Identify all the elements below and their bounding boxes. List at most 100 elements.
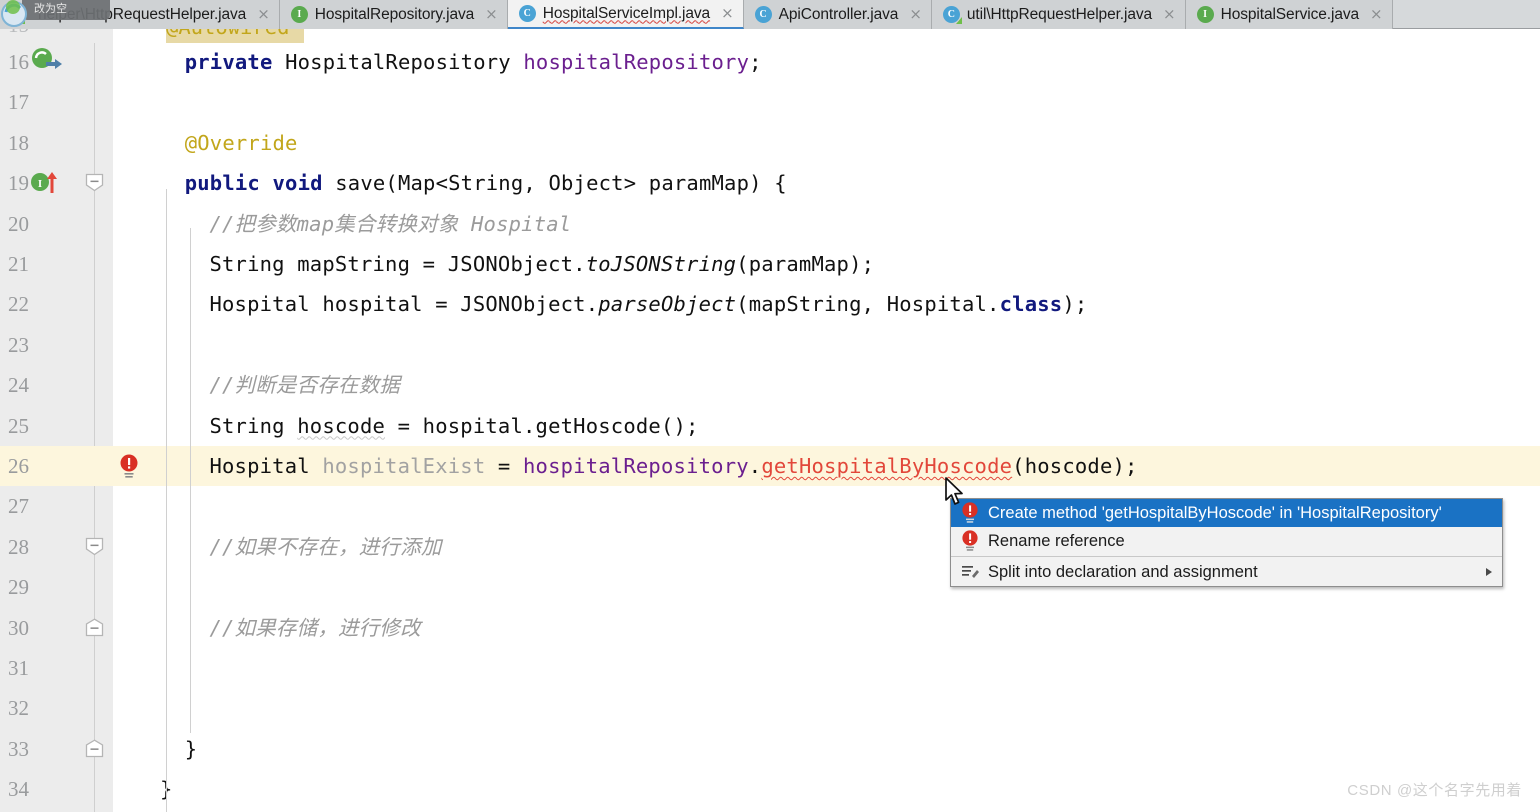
line-number: 28 — [8, 534, 29, 559]
code-fold-collapse-icon[interactable] — [85, 537, 104, 556]
code-line[interactable]: 17 — [0, 82, 1540, 122]
line-number: 30 — [8, 615, 29, 640]
menu-separator — [951, 556, 1502, 557]
code-line[interactable]: 32 — [0, 688, 1540, 728]
chevron-right-icon — [1486, 568, 1492, 576]
code-token: (paramMap); — [736, 252, 875, 276]
code-text[interactable]: private HospitalRepository hospitalRepos… — [185, 42, 762, 82]
code-token: class — [999, 292, 1063, 317]
line-number: 17 — [8, 90, 29, 115]
close-icon[interactable]: × — [1163, 7, 1176, 22]
code-text[interactable]: //判断是否存在数据 — [209, 365, 400, 405]
menu-item-label: Rename reference — [988, 531, 1125, 550]
menu-item-2[interactable]: Split into declaration and assignment — [951, 558, 1502, 586]
close-icon[interactable]: × — [1370, 7, 1383, 22]
code-token: //如果不存在，进行添加 — [209, 534, 442, 559]
code-text[interactable]: } — [185, 729, 198, 769]
line-number: 23 — [8, 332, 29, 357]
code-token: ; — [749, 50, 762, 74]
line-number: 31 — [8, 656, 29, 680]
error-bulb-icon — [962, 530, 978, 551]
code-text[interactable]: Hospital hospitalExist = hospitalReposit… — [209, 446, 1137, 486]
mouse-cursor — [945, 477, 963, 505]
close-icon[interactable]: × — [909, 7, 922, 22]
code-text[interactable]: String mapString = JSONObject.toJSONStri… — [209, 244, 874, 284]
menu-item-0[interactable]: Create method 'getHospitalByHoscode' in … — [951, 499, 1502, 527]
editor-tab-label: HospitalRepository.java — [314, 5, 475, 23]
java-interface-icon: I — [1196, 6, 1214, 23]
code-fold-collapse-icon[interactable] — [85, 739, 104, 758]
code-text[interactable]: public void save(Map<String, Object> par… — [185, 163, 787, 203]
code-line[interactable]: 30 //如果存储，进行修改 — [0, 608, 1540, 648]
code-line[interactable]: 20 //把参数map集合转换对象 Hospital — [0, 204, 1540, 244]
code-token: //如果存储，进行修改 — [209, 615, 421, 640]
menu-item-1[interactable]: Rename reference — [951, 527, 1502, 555]
line-number: 25 — [8, 413, 29, 438]
java-class-icon: C — [942, 6, 962, 24]
code-token: hoscode — [297, 413, 386, 438]
code-token: (mapString, Hospital. — [736, 292, 1000, 317]
error-bulb-icon[interactable] — [118, 454, 140, 480]
code-token: Hospital hospital = JSONObject. — [209, 292, 599, 317]
editor-tab-4[interactable]: Cutil\HttpRequestHelper.java × — [931, 0, 1186, 29]
code-token: Hospital — [209, 454, 323, 478]
code-line[interactable]: 19 Ipublic void save(Map<String, Object> … — [0, 163, 1540, 203]
code-token: hospitalRepository — [523, 50, 750, 74]
code-text[interactable]: //如果不存在，进行添加 — [209, 527, 441, 567]
editor-tab-2[interactable]: C HospitalServiceImpl.java × — [507, 0, 744, 29]
code-line[interactable]: 23 — [0, 325, 1540, 365]
code-text[interactable]: @Override — [185, 123, 298, 163]
code-line[interactable]: 16 private HospitalRepository hospitalRep… — [0, 42, 1540, 82]
code-line[interactable]: 33} — [0, 729, 1540, 769]
implemented-method-icon[interactable] — [30, 48, 64, 74]
indent-guide-level-1 — [166, 189, 167, 812]
line-number: 18 — [8, 130, 29, 155]
code-fold-collapse-icon[interactable] — [85, 618, 104, 637]
code-line[interactable]: 25 String hoscode = hospital.getHoscode()… — [0, 406, 1540, 446]
code-text[interactable]: String hoscode = hospital.getHoscode(); — [209, 406, 698, 446]
code-fold-collapse-icon[interactable] — [85, 173, 104, 192]
java-class-icon: C — [754, 6, 772, 23]
editor-tab-label: ApiController.java — [778, 5, 899, 23]
java-interface-icon: I — [290, 6, 308, 23]
menu-item-label: Split into declaration and assignment — [988, 562, 1258, 581]
editor-tab-bar: Chelper\HttpRequestHelper.java×IHospital… — [0, 0, 1540, 29]
code-line[interactable]: 18 @Override — [0, 123, 1540, 163]
line-number: 21 — [8, 252, 29, 276]
code-token: = hospital.getHoscode(); — [385, 413, 699, 438]
indent-guide-level-2 — [190, 227, 191, 733]
code-editor[interactable]: 16 private HospitalRepository hospitalRep… — [0, 29, 1540, 812]
implementing-method-icon[interactable]: I — [30, 169, 62, 195]
code-token: HospitalRepository — [285, 50, 524, 74]
line-number: 32 — [8, 696, 29, 721]
intention-lines-icon — [962, 566, 979, 578]
line-number: 29 — [8, 575, 29, 600]
code-token: @Override — [184, 130, 298, 155]
line-number: 24 — [8, 373, 29, 398]
code-token: //判断是否存在数据 — [209, 373, 401, 398]
code-token: public void — [184, 171, 336, 196]
code-text[interactable]: Hospital hospital = JSONObject.parseObje… — [209, 284, 1087, 324]
code-token: . — [748, 454, 762, 478]
code-line[interactable]: 26 Hospital hospitalExist = hospitalRepos… — [0, 446, 1540, 487]
csdn-watermark: CSDN @这个名字先用着 — [1347, 782, 1522, 799]
menu-item-icon — [959, 561, 981, 583]
code-text[interactable]: //把参数map集合转换对象 Hospital — [209, 204, 571, 244]
code-text[interactable]: //如果存储，进行修改 — [209, 608, 420, 648]
code-line[interactable]: 24 //判断是否存在数据 — [0, 365, 1540, 405]
close-icon[interactable]: × — [485, 7, 498, 22]
editor-tab-5[interactable]: I HospitalService.java × — [1185, 0, 1393, 29]
code-line[interactable]: 22 Hospital hospital = JSONObject.parseOb… — [0, 284, 1540, 324]
code-line[interactable]: 34} — [0, 769, 1540, 809]
line-number: 27 — [8, 494, 29, 519]
code-token: (hoscode); — [1012, 454, 1138, 478]
editor-tab-1[interactable]: I HospitalRepository.java × — [279, 0, 508, 29]
code-line[interactable]: 31 — [0, 648, 1540, 688]
editor-tab-3[interactable]: C ApiController.java × — [743, 0, 932, 29]
code-token: = — [485, 454, 524, 478]
close-icon[interactable]: × — [721, 6, 734, 21]
code-line[interactable]: 21 String mapString = JSONObject.toJSONSt… — [0, 244, 1540, 284]
intention-popup-menu[interactable]: Create method 'getHospitalByHoscode' in … — [950, 498, 1503, 587]
code-token: } — [184, 736, 198, 761]
close-icon[interactable]: × — [257, 7, 270, 22]
